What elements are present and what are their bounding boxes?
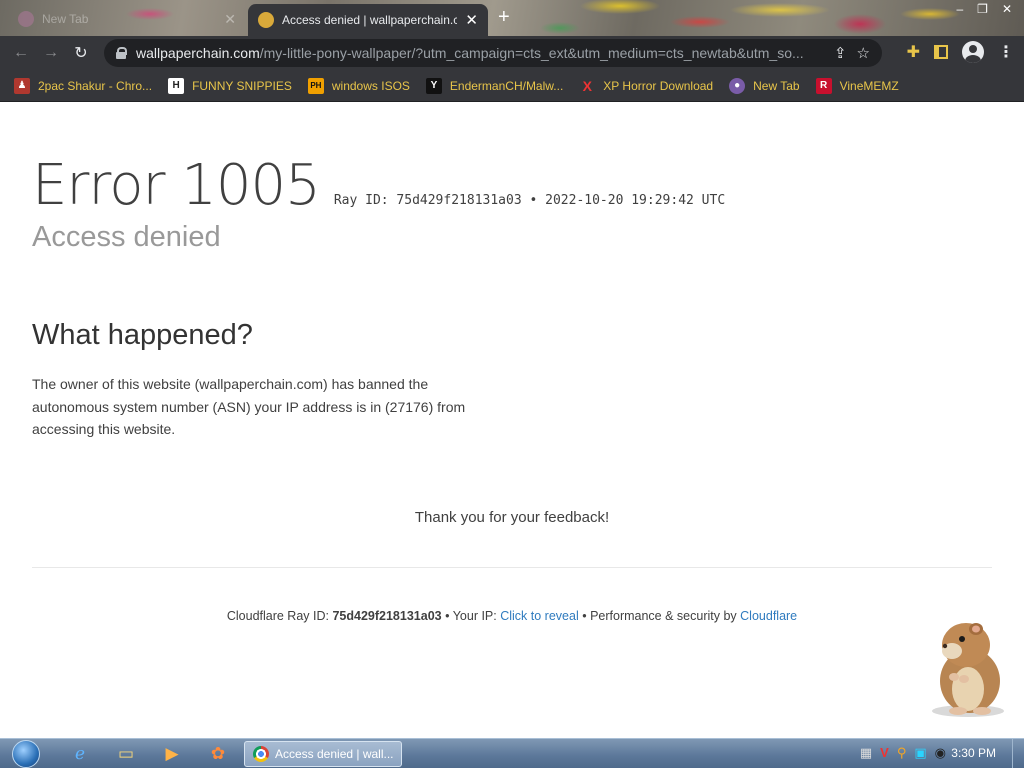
bookmark-favicon-icon: H [168,77,185,94]
divider [32,567,992,568]
taskbar-chrome-window[interactable]: Access denied | wall... [244,741,402,767]
tray-volume-icon[interactable]: ◉ [935,745,946,761]
bookmark-star-icon[interactable]: ☆ [857,44,870,62]
tray-monitor-icon[interactable]: ▣ [914,745,926,761]
tray-search-icon[interactable]: ⚲ [897,745,907,761]
profile-avatar-icon[interactable] [962,41,984,63]
footer-ray-id: 75d429f218131a03 [332,609,442,623]
media-player-icon[interactable]: ▶ [152,742,192,766]
tab-access-denied[interactable]: Access denied | wallpaperchain.com ✕ [248,4,488,36]
tab-close-icon[interactable]: ✕ [224,11,236,28]
bookmark-2pac[interactable]: ♟ 2pac Shakur - Chro... [14,77,152,94]
bookmarks-bar: ♟ 2pac Shakur - Chro... H FUNNY SNIPPIES… [0,70,1024,102]
bookmark-favicon-icon: ● [729,77,746,94]
error-header: Error 1005 Ray ID: 75d429f218131a03 • 20… [32,153,725,218]
tab-title: Access denied | wallpaperchain.com [282,13,458,27]
reveal-ip-link[interactable]: Click to reveal [500,609,579,623]
file-explorer-icon[interactable]: ▭ [106,742,146,766]
bookmark-xp-horror[interactable]: X XP Horror Download [579,77,714,94]
minimize-icon[interactable]: – [956,0,963,18]
error-code: Error 1005 [32,153,321,218]
tab-new-tab[interactable]: New Tab ✕ [8,4,246,34]
bookmark-windows-isos[interactable]: PH windows ISOS [307,77,410,94]
tab-title: New Tab [42,12,89,26]
bookmark-favicon-icon: PH [307,77,324,94]
bookmark-endermanch[interactable]: Y EndermanCH/Malw... [425,77,563,94]
lock-icon[interactable] [116,47,127,59]
bookmark-new-tab[interactable]: ● New Tab [729,77,800,94]
maximize-icon[interactable]: ❐ [977,0,988,18]
hamster-mascot-icon [932,623,1004,717]
taskbar: ℯ ▭ ▶ ✿ Access denied | wall... ▦ V ⚲ ▣ … [0,738,1024,768]
paint-app-icon[interactable]: ✿ [198,742,238,766]
bookmark-favicon-icon: R [815,77,832,94]
system-tray: ▦ V ⚲ ▣ ◉ [860,745,946,761]
bookmark-favicon-icon: X [582,77,592,94]
bookmark-funny-snippies[interactable]: H FUNNY SNIPPIES [168,77,292,94]
tab-favicon-icon [258,12,274,28]
new-tab-button[interactable]: + [498,6,510,28]
browser-toolbar: ← → ↻ wallpaperchain.com/my-little-pony-… [0,36,1024,70]
chrome-icon [253,746,269,762]
tray-v-icon[interactable]: V [880,745,889,761]
extensions-puzzle-icon[interactable]: ✚ [907,42,920,62]
show-desktop-button[interactable] [1012,739,1024,768]
cloudflare-link[interactable]: Cloudflare [740,609,797,623]
tab-favicon-icon [18,11,34,27]
share-icon[interactable]: ⇪ [834,44,847,62]
back-arrow-icon[interactable]: ← [6,44,36,62]
bookmark-vinememz[interactable]: R VineMEMZ [815,77,899,94]
error-timestamp: 2022-10-20 19:29:42 UTC [545,193,726,208]
windows-logo-icon [12,740,40,768]
window-controls: – ❐ ✕ [956,0,1012,18]
bookmark-favicon-icon: Y [425,77,442,94]
toolbar-actions: ✚ ⋮ [907,41,1014,63]
menu-kebab-icon[interactable]: ⋮ [998,42,1014,62]
start-button[interactable] [8,739,44,768]
bookmark-favicon-icon: ♟ [14,77,30,94]
tray-app-icon[interactable]: ▦ [860,745,872,761]
ray-id-line: Ray ID: 75d429f218131a03 • 2022-10-20 19… [333,193,726,208]
url-text[interactable]: wallpaperchain.com/my-little-pony-wallpa… [136,45,824,61]
explanation-paragraph: The owner of this website (wallpaperchai… [32,376,466,437]
tab-close-icon[interactable]: ✕ [465,11,478,29]
close-window-icon[interactable]: ✕ [1002,0,1012,18]
page-content: Error 1005 Ray ID: 75d429f218131a03 • 20… [0,103,1024,738]
error-subtitle: Access denied [32,221,221,253]
side-panel-icon[interactable] [934,45,948,59]
reload-icon[interactable]: ↻ [66,43,96,63]
forward-arrow-icon[interactable]: → [36,44,66,62]
internet-explorer-icon[interactable]: ℯ [60,742,100,766]
feedback-thanks: Thank you for your feedback! [414,509,610,526]
taskbar-clock[interactable]: 3:30 PM [951,746,996,760]
section-heading: What happened? [32,319,253,351]
address-bar[interactable]: wallpaperchain.com/my-little-pony-wallpa… [104,39,882,67]
cloudflare-footer: Cloudflare Ray ID: 75d429f218131a03 • Yo… [226,609,798,623]
tab-strip: New Tab ✕ Access denied | wallpaperchain… [0,0,1024,36]
